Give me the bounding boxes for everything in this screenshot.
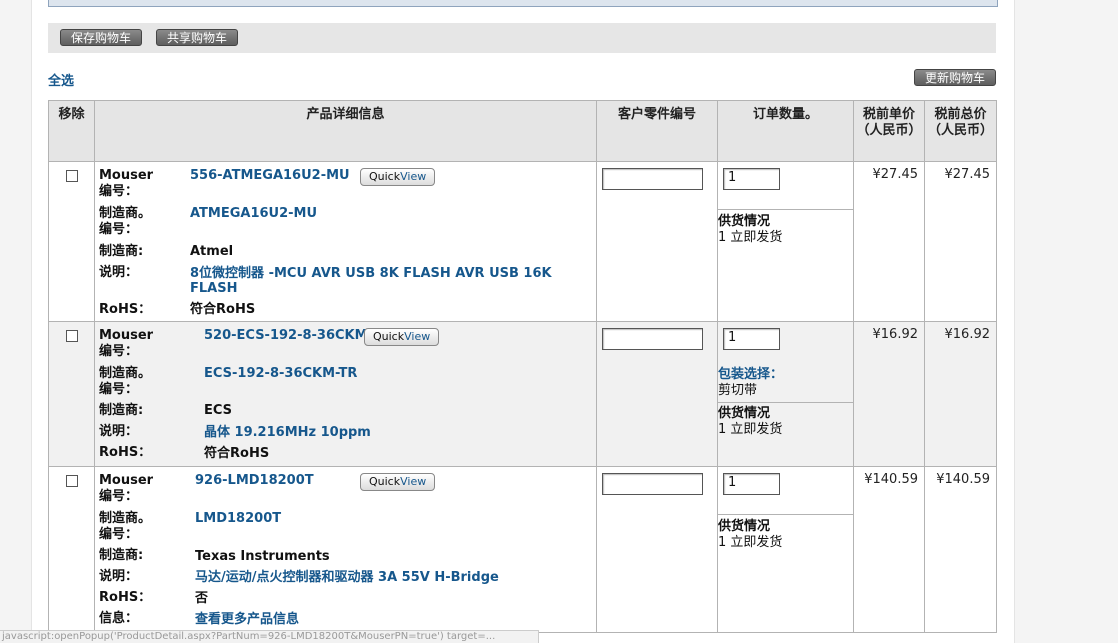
ext-price: ¥140.59	[924, 466, 997, 633]
mfr-part-link[interactable]: LMD18200T	[195, 511, 281, 526]
availability-value: 1 立即发货	[718, 535, 783, 550]
cart-table: 移除 产品详细信息 客户零件编号 订单数量。 税前单价（人民币） 税前总价（人民…	[48, 100, 997, 633]
col-unit-price: 税前单价（人民币）	[853, 100, 925, 162]
col-remove: 移除	[48, 100, 95, 162]
quickview-button[interactable]: QuickView	[364, 328, 440, 346]
unit-price: ¥27.45	[853, 161, 925, 322]
ext-price: ¥27.45	[924, 161, 997, 322]
availability-label: 供货情况	[718, 406, 771, 421]
top-panel	[48, 0, 998, 7]
rohs-label: RoHS：	[99, 445, 152, 460]
select-all-link[interactable]: 全选	[48, 70, 74, 89]
col-ext-price: 税前总价（人民币）	[924, 100, 997, 162]
mfr-no-label: 制造商。 编号：	[99, 511, 152, 542]
availability-label: 供货情况	[718, 519, 771, 534]
availability-value: 1 立即发货	[718, 230, 783, 245]
mfr-part-link[interactable]: ECS-192-8-36CKM-TR	[204, 366, 357, 381]
ext-price: ¥16.92	[924, 321, 997, 467]
remove-checkbox[interactable]	[65, 475, 78, 487]
update-cart-button[interactable]: 更新购物车	[914, 69, 997, 86]
desc-link[interactable]: 晶体 19.216MHz 10ppm	[204, 425, 371, 440]
remove-checkbox[interactable]	[65, 170, 78, 182]
table-row: Mouser 编号： 556-ATMEGA16U2-MU QuickView 制…	[48, 161, 997, 322]
table-row: Mouser 编号： 926-LMD18200T QuickView 制造商。 …	[48, 466, 997, 633]
customer-part-input[interactable]	[602, 473, 703, 495]
more-info-link[interactable]: 查看更多产品信息	[195, 612, 299, 627]
product-details: Mouser 编号： 926-LMD18200T QuickView 制造商。 …	[94, 466, 597, 633]
availability-value: 1 立即发货	[718, 422, 783, 437]
customer-part-input[interactable]	[602, 168, 703, 190]
rohs-label: RoHS：	[99, 590, 152, 605]
rohs-label: RoHS：	[99, 302, 152, 317]
mfr-no-label: 制造商。 编号：	[99, 206, 152, 237]
mfr-value: ECS	[204, 403, 233, 418]
product-details: Mouser 编号： 520-ECS-192-8-36CKM QuickView…	[94, 321, 597, 467]
unit-price: ¥16.92	[853, 321, 925, 467]
more-info-label: 信息：	[99, 611, 139, 626]
mouser-part-link[interactable]: 520-ECS-192-8-36CKM	[204, 328, 368, 343]
mouser-part-link[interactable]: 926-LMD18200T	[195, 473, 314, 488]
mfr-label: 制造商:	[99, 548, 144, 563]
rohs-value: 符合RoHS	[204, 446, 270, 461]
rohs-value: 符合RoHS	[190, 302, 256, 317]
mfr-label: 制造商:	[99, 244, 144, 259]
mfr-value: Texas Instruments	[195, 549, 330, 564]
mfr-part-link[interactable]: ATMEGA16U2-MU	[190, 206, 317, 221]
desc-link[interactable]: 马达/运动/点火控制器和驱动器 3A 55V H-Bridge	[195, 570, 499, 585]
col-customer-part: 客户零件编号	[596, 100, 718, 162]
remove-checkbox[interactable]	[65, 330, 78, 342]
customer-part-input[interactable]	[602, 328, 703, 350]
table-row: Mouser 编号： 520-ECS-192-8-36CKM QuickView…	[48, 321, 997, 467]
mfr-value: Atmel	[190, 244, 234, 259]
quantity-input[interactable]: 1	[723, 168, 780, 190]
availability-label: 供货情况	[718, 214, 771, 229]
cart-page: 保存购物车 共享购物车 全选 更新购物车 移除 产品详细信息 客户零件编号 订单…	[31, 0, 1015, 643]
packaging-link[interactable]: 包装选择：	[718, 367, 783, 382]
product-details: Mouser 编号： 556-ATMEGA16U2-MU QuickView 制…	[94, 161, 597, 322]
quickview-button[interactable]: QuickView	[360, 168, 436, 186]
quantity-cell: 1 包装选择： 剪切带 供货情况 1 立即发货	[717, 321, 854, 467]
mfr-label: 制造商:	[99, 403, 144, 418]
packaging-value: 剪切带	[718, 383, 758, 398]
mouser-no-label: Mouser 编号：	[99, 473, 154, 504]
mouser-part-link[interactable]: 556-ATMEGA16U2-MU	[190, 168, 350, 183]
mouser-no-label: Mouser 编号：	[99, 168, 154, 199]
share-cart-button[interactable]: 共享购物车	[156, 29, 239, 46]
col-details: 产品详细信息	[94, 100, 597, 162]
quantity-cell: 1 供货情况 1 立即发货	[717, 161, 854, 322]
save-cart-button[interactable]: 保存购物车	[60, 29, 143, 46]
rohs-value: 否	[195, 591, 209, 606]
quickview-button[interactable]: QuickView	[360, 473, 436, 491]
desc-link[interactable]: 8位微控制器 -MCU AVR USB 8K FLASH AVR USB 16K…	[190, 266, 570, 296]
browser-status-bar: javascript:openPopup('ProductDetail.aspx…	[0, 630, 539, 643]
table-header-row: 移除 产品详细信息 客户零件编号 订单数量。 税前单价（人民币） 税前总价（人民…	[48, 100, 997, 162]
mouser-no-label: Mouser 编号：	[99, 328, 154, 359]
cart-action-bar: 保存购物车 共享购物车	[48, 23, 996, 53]
mfr-no-label: 制造商。 编号：	[99, 366, 152, 397]
quantity-input[interactable]: 1	[723, 328, 780, 350]
quantity-input[interactable]: 1	[723, 473, 780, 495]
col-quantity: 订单数量。	[717, 100, 854, 162]
desc-label: 说明：	[99, 569, 139, 584]
desc-label: 说明：	[99, 424, 139, 439]
unit-price: ¥140.59	[853, 466, 925, 633]
quantity-cell: 1 供货情况 1 立即发货	[717, 466, 854, 633]
desc-label: 说明：	[99, 265, 139, 280]
